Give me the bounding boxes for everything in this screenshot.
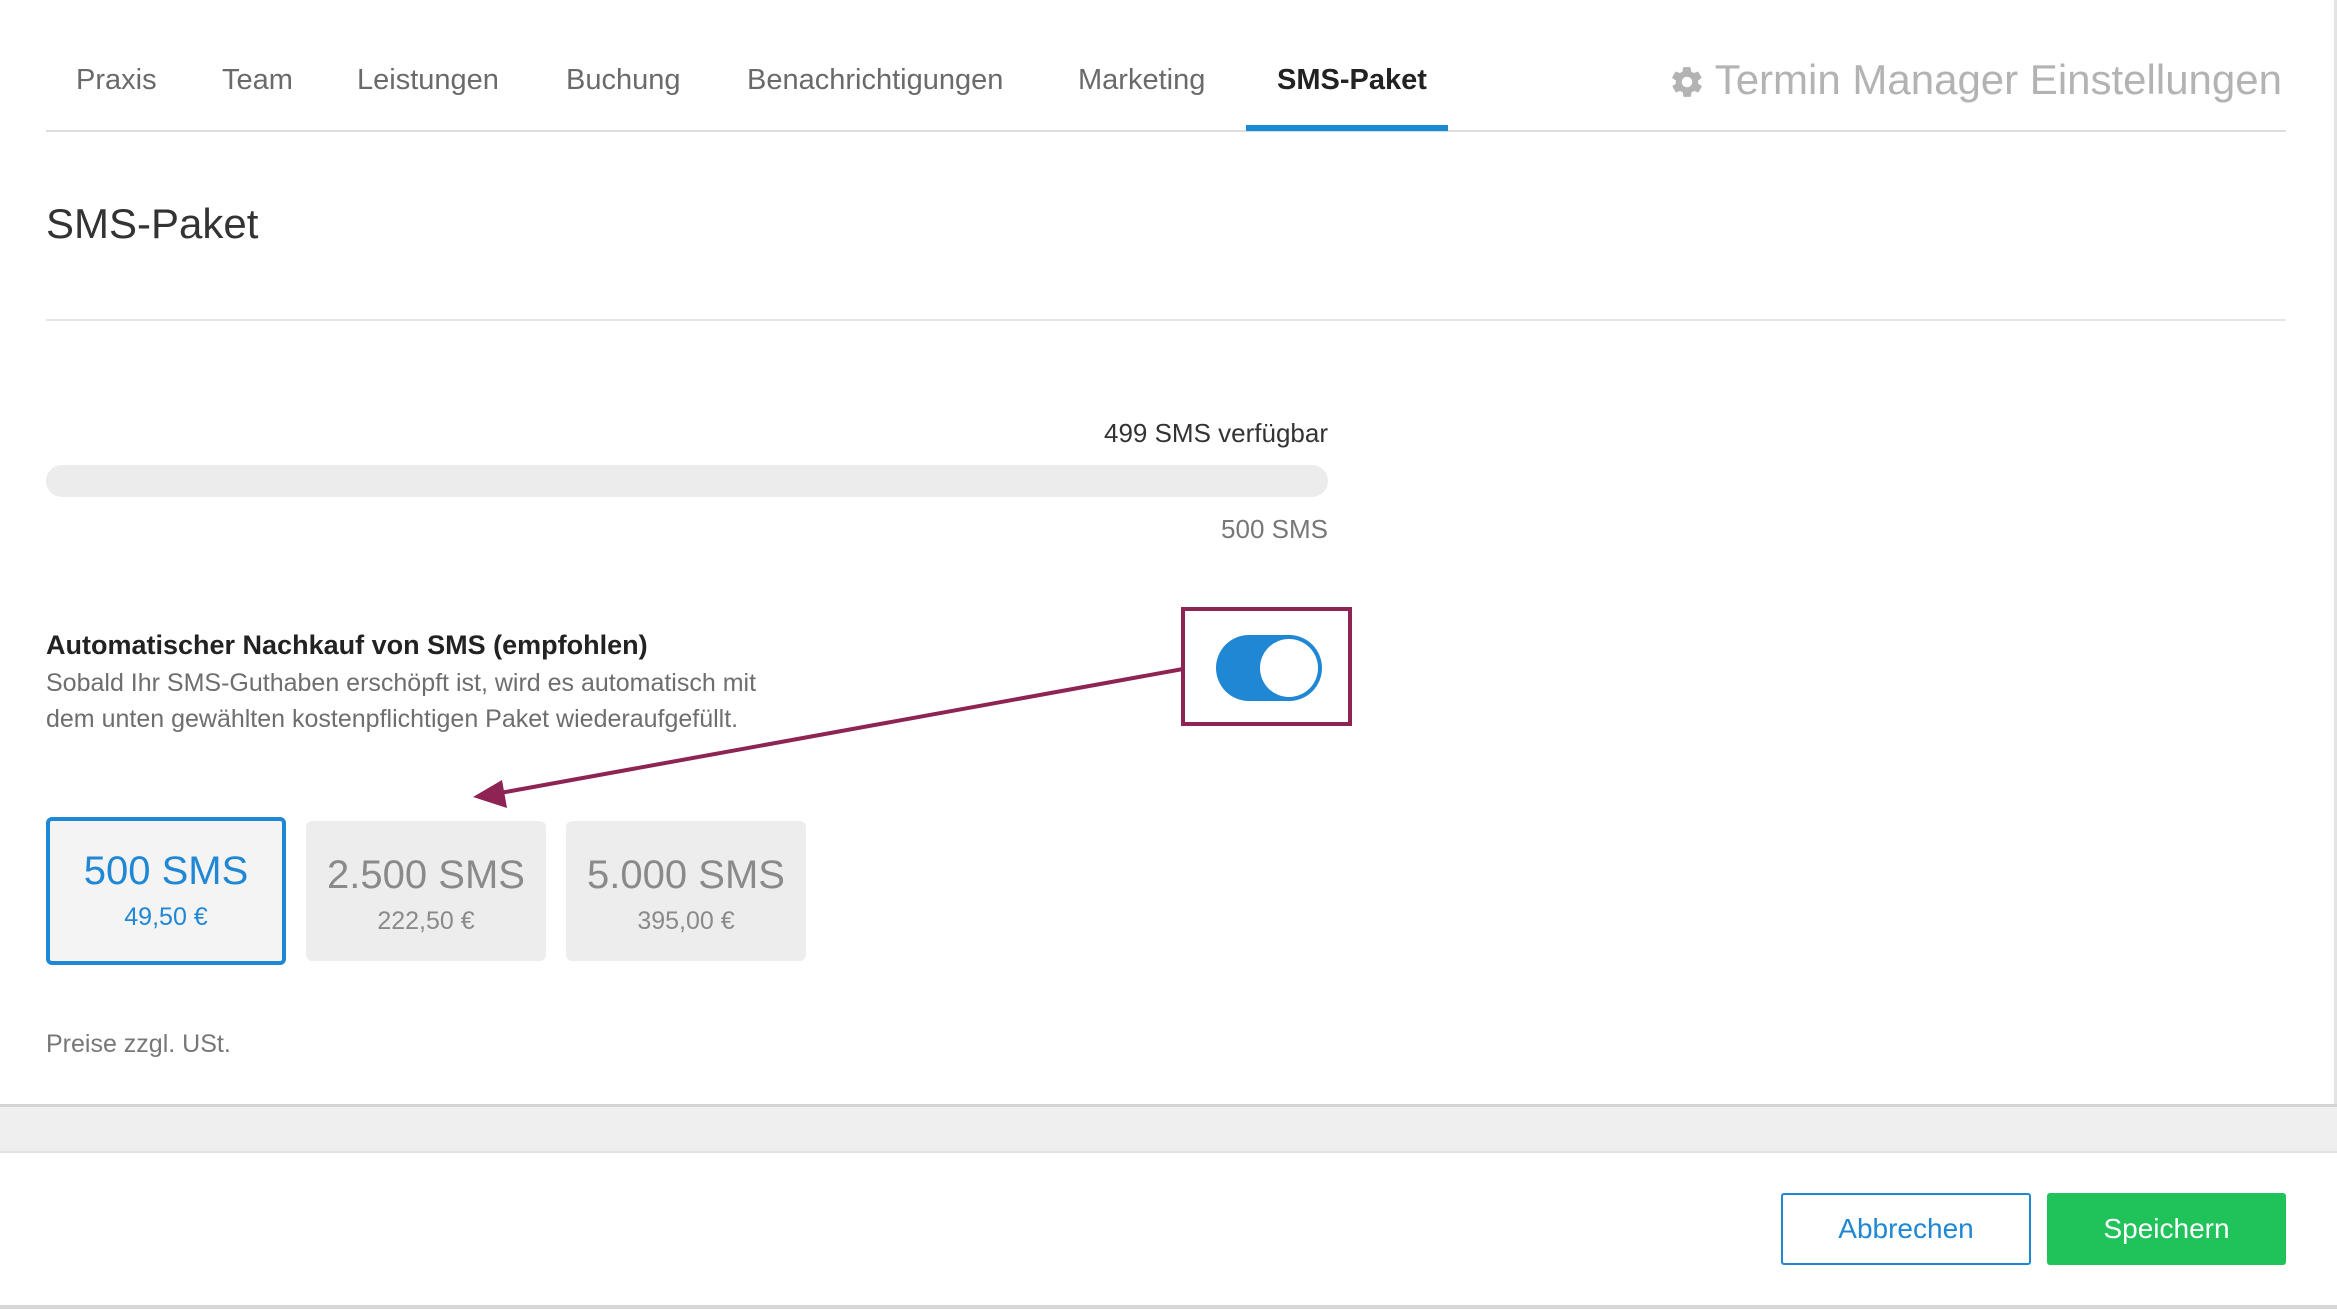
tab-marketing[interactable]: Marketing [1078, 64, 1205, 97]
package-quantity: 5.000 SMS [587, 853, 785, 897]
tab-sms-paket[interactable]: SMS-Paket [1277, 64, 1427, 97]
package-card-5000[interactable]: 5.000 SMS 395,00 € [566, 821, 806, 961]
settings-panel: Praxis Team Leistungen Buchung Benachric… [0, 0, 2337, 1104]
auto-purchase-toggle[interactable] [1216, 635, 1322, 701]
app-title: Termin Manager Einstellungen [1669, 56, 2282, 104]
auto-purchase-title: Automatischer Nachkauf von SMS (empfohle… [46, 630, 648, 660]
tab-buchung[interactable]: Buchung [566, 64, 681, 97]
footer-separator [0, 1104, 2337, 1153]
tab-benachrichtigungen[interactable]: Benachrichtigungen [747, 64, 1003, 97]
package-price: 49,50 € [124, 903, 208, 931]
sms-total-label: 500 SMS [1221, 514, 1328, 544]
auto-purchase-description: Sobald Ihr SMS-Guthaben erschöpft ist, w… [46, 669, 757, 733]
tab-praxis[interactable]: Praxis [76, 64, 157, 97]
package-quantity: 2.500 SMS [327, 853, 525, 897]
page-title: SMS-Paket [46, 200, 259, 247]
package-price: 395,00 € [637, 907, 735, 935]
sms-available-label: 499 SMS verfügbar [1103, 418, 1328, 448]
section-divider [46, 319, 2286, 321]
package-price: 222,50 € [377, 907, 475, 935]
package-card-2500[interactable]: 2.500 SMS 222,50 € [306, 821, 546, 961]
toggle-knob [1260, 639, 1318, 697]
tab-leistungen[interactable]: Leistungen [357, 64, 499, 97]
sms-progress-fill [46, 465, 49, 497]
active-tab-indicator [1246, 125, 1448, 131]
package-card-500[interactable]: 500 SMS 49,50 € [46, 817, 286, 965]
cancel-button[interactable]: Abbrechen [1781, 1193, 2031, 1265]
tab-team[interactable]: Team [222, 64, 293, 97]
save-button[interactable]: Speichern [2047, 1193, 2286, 1265]
app-title-text: Termin Manager Einstellungen [1714, 56, 2282, 103]
gear-icon [1669, 62, 1705, 98]
package-quantity: 500 SMS [83, 849, 249, 893]
sms-progress-bar [46, 465, 1328, 497]
footer-border [0, 1305, 2337, 1309]
vat-note: Preise zzgl. USt. [46, 1030, 231, 1058]
